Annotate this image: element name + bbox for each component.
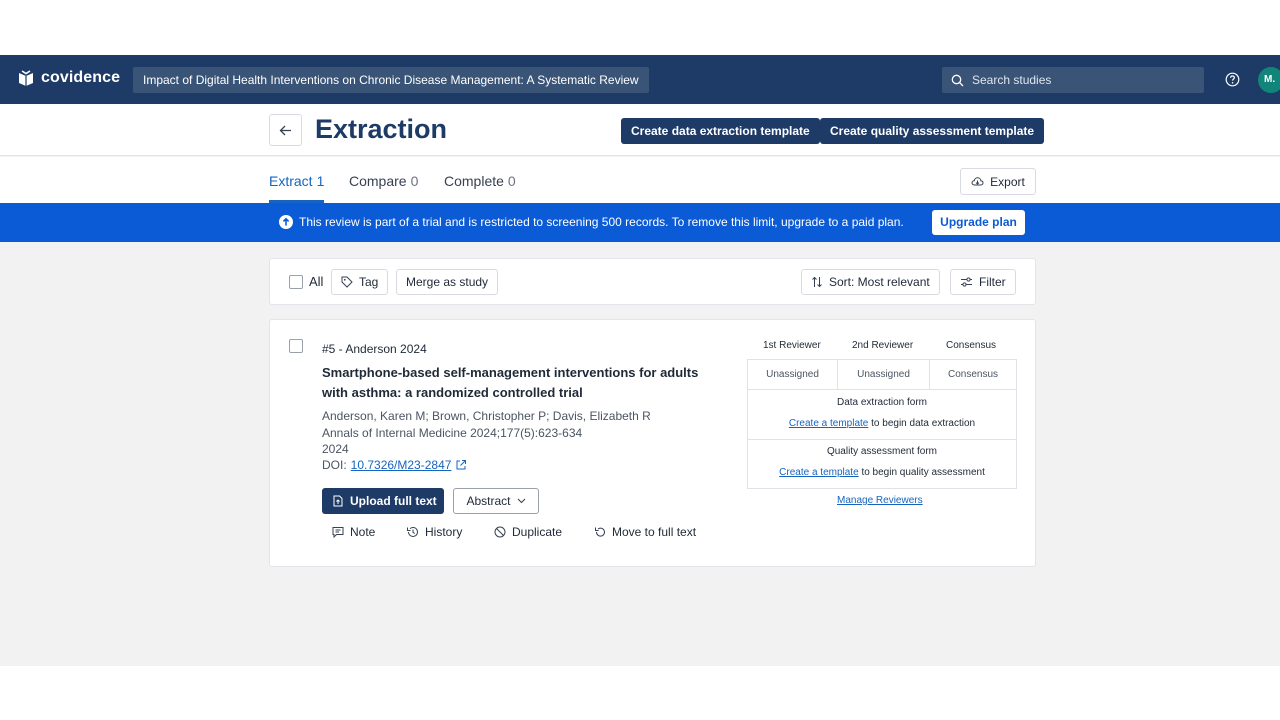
help-icon[interactable] [1225, 72, 1240, 92]
comment-icon [332, 527, 344, 538]
app: covidence Impact of Digital Health Inter… [0, 55, 1280, 666]
quality-assessment-form-hint: Create a template to begin quality asses… [748, 467, 1016, 478]
sort-label: Sort: Most relevant [829, 275, 930, 289]
divider [748, 389, 1016, 390]
tabs-bar: Extract 1 Compare 0 Complete 0 Export [0, 157, 1280, 203]
data-extraction-form-hint: Create a template to begin data extracti… [748, 418, 1016, 429]
data-extraction-form-label: Data extraction form [836, 397, 928, 408]
quality-assessment-form-label: Quality assessment form [826, 446, 938, 457]
history-icon [407, 526, 418, 537]
duplicate-button[interactable]: Duplicate [494, 525, 562, 539]
second-reviewer-value[interactable]: Unassigned [838, 360, 930, 389]
history-label: History [425, 525, 463, 539]
sort-arrows-icon [812, 276, 822, 288]
select-all-checkbox[interactable] [289, 275, 303, 289]
data-form-hint-text: to begin data extraction [871, 418, 976, 429]
create-data-template-link[interactable]: Create a template [789, 418, 869, 429]
study-id: #5 - Anderson 2024 [322, 342, 427, 356]
filter-sliders-icon [961, 277, 972, 287]
consensus-header: Consensus [946, 340, 997, 351]
first-reviewer-header: 1st Reviewer [763, 340, 821, 351]
study-doi: DOI: 10.7326/M23-2847 [322, 458, 467, 472]
note-button[interactable]: Note [332, 525, 375, 539]
study-card: #5 - Anderson 2024 Smartphone-based self… [269, 319, 1036, 567]
select-all-label: All [309, 274, 324, 289]
search-input[interactable] [972, 73, 1192, 87]
upload-full-text-button[interactable]: Upload full text [322, 488, 444, 514]
back-button[interactable] [269, 114, 302, 146]
tab-count: 0 [410, 173, 419, 189]
study-title: Smartphone-based self-management interve… [322, 365, 699, 400]
tag-icon [341, 276, 353, 288]
page-header: Extraction Create data extraction templa… [0, 104, 1280, 156]
doi-link[interactable]: 10.7326/M23-2847 [351, 458, 452, 472]
page-title: Extraction [315, 114, 448, 144]
export-label: Export [990, 174, 1025, 189]
reviewer-panel: Unassigned Unassigned Consensus Data ext… [747, 359, 1017, 489]
banner-text: This review is part of a trial and is re… [299, 215, 904, 229]
tab-extract[interactable]: Extract 1 [269, 173, 324, 189]
tag-button[interactable]: Tag [331, 269, 389, 295]
merge-as-study-button[interactable]: Merge as study [396, 269, 499, 295]
create-extraction-template-button[interactable]: Create data extraction template [621, 118, 820, 144]
search-icon [951, 74, 964, 86]
upgrade-plan-button[interactable]: Upgrade plan [932, 210, 1025, 235]
study-authors: Anderson, Karen M; Brown, Christopher P;… [322, 409, 651, 423]
book-logo-icon [19, 70, 33, 86]
chevron-down-icon [517, 498, 525, 504]
tab-label: Extract [269, 173, 313, 189]
filter-button[interactable]: Filter [950, 269, 1016, 295]
study-select-checkbox[interactable] [289, 339, 303, 353]
note-label: Note [350, 525, 376, 539]
external-link-icon[interactable] [455, 459, 467, 471]
duplicate-label: Duplicate [512, 525, 563, 539]
tab-count: 1 [316, 173, 325, 189]
create-quality-template-button[interactable]: Create quality assessment template [820, 118, 1045, 144]
trial-banner: This review is part of a trial and is re… [0, 203, 1280, 242]
study-journal: Annals of Internal Medicine 2024;177(5):… [322, 426, 583, 440]
study-year: 2024 [322, 442, 349, 456]
merge-label: Merge as study [406, 275, 489, 289]
sort-button[interactable]: Sort: Most relevant [801, 269, 940, 295]
tag-label: Tag [359, 275, 379, 289]
tab-complete[interactable]: Complete 0 [444, 173, 516, 189]
tab-count: 0 [507, 173, 516, 189]
list-toolbar: All Tag Merge as study Sort: Most releva… [269, 258, 1036, 305]
divider [748, 439, 1016, 440]
first-reviewer-value[interactable]: Unassigned [748, 360, 838, 389]
abstract-dropdown-button[interactable]: Abstract [453, 488, 539, 514]
covidence-logo[interactable]: covidence [17, 69, 120, 87]
user-avatar[interactable]: M. [1258, 67, 1280, 93]
arrow-left-icon [279, 125, 291, 135]
doi-prefix: DOI: [322, 458, 347, 472]
file-upload-icon [333, 495, 343, 507]
tab-label: Complete [444, 173, 504, 189]
abstract-label: Abstract [466, 494, 511, 508]
manage-reviewers-link[interactable]: Manage Reviewers [837, 495, 923, 506]
upload-label: Upload full text [350, 494, 437, 508]
search-box[interactable] [942, 67, 1204, 93]
export-button[interactable]: Export [960, 168, 1036, 195]
logo-text: covidence [41, 69, 121, 86]
review-title[interactable]: Impact of Digital Health Interventions o… [133, 67, 649, 93]
top-navbar: covidence Impact of Digital Health Inter… [0, 55, 1280, 104]
filter-label: Filter [979, 275, 1006, 289]
tab-label: Compare [349, 173, 407, 189]
move-label: Move to full text [612, 525, 697, 539]
quality-form-hint-text: to begin quality assessment [861, 467, 985, 478]
arrow-up-circle-icon [279, 215, 293, 229]
move-to-full-text-button[interactable]: Move to full text [594, 525, 696, 539]
cloud-download-icon [971, 177, 984, 186]
history-button[interactable]: History [406, 525, 462, 539]
ban-icon [494, 526, 506, 538]
consensus-value[interactable]: Consensus [930, 360, 1016, 389]
create-quality-template-link[interactable]: Create a template [779, 467, 859, 478]
undo-icon [595, 527, 605, 537]
second-reviewer-header: 2nd Reviewer [852, 340, 914, 351]
tab-compare[interactable]: Compare 0 [349, 173, 418, 189]
